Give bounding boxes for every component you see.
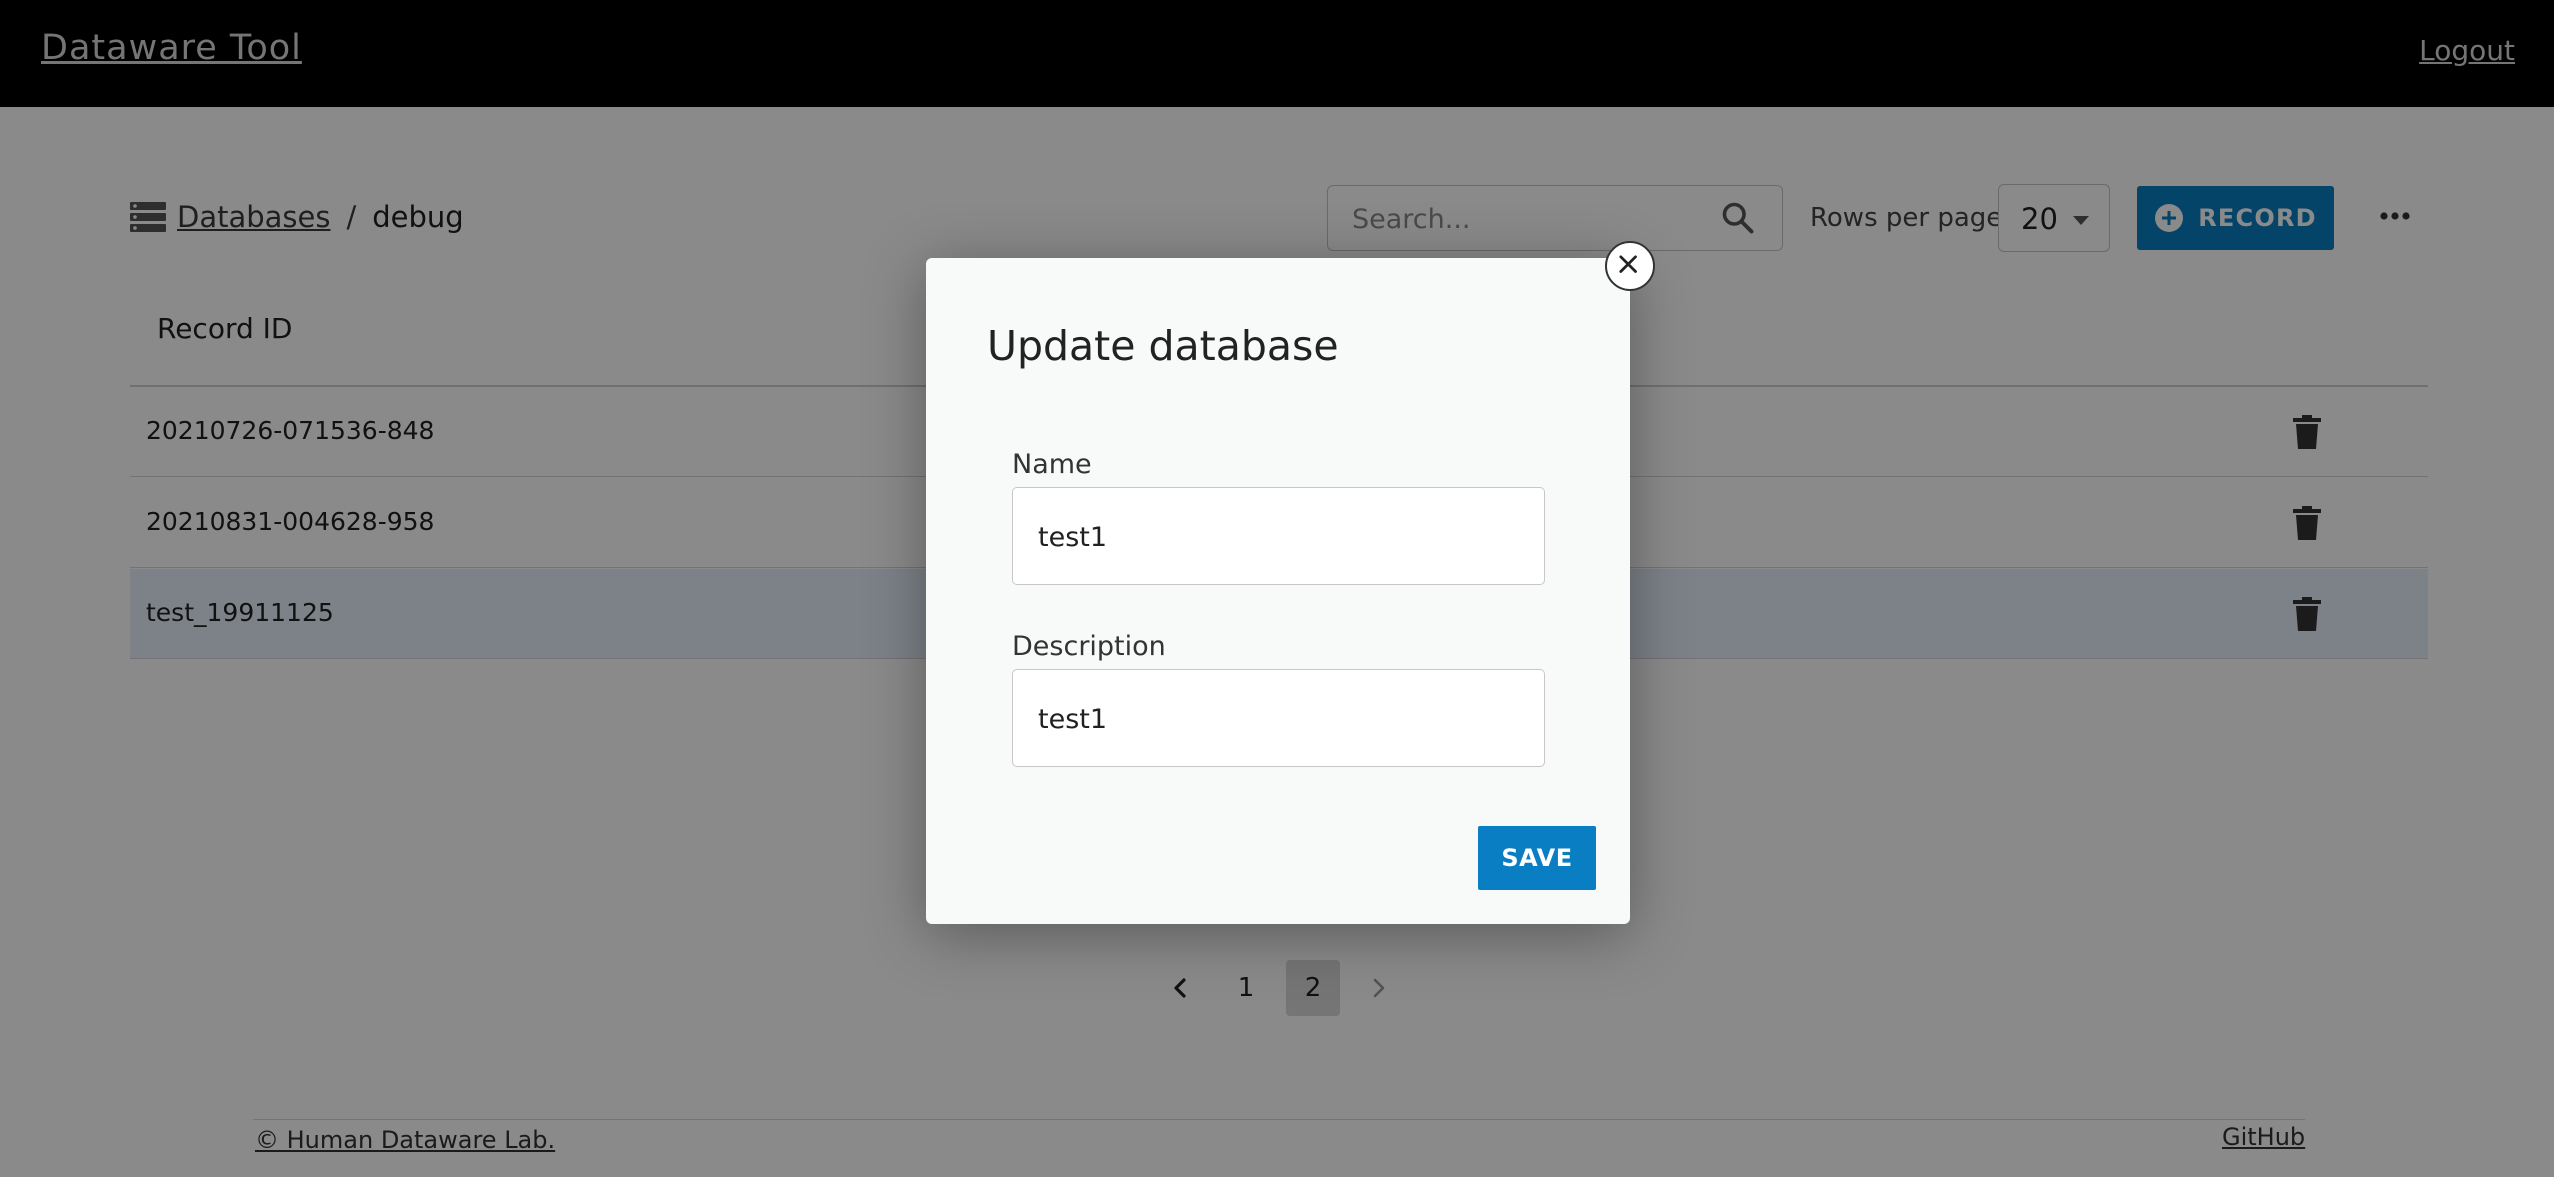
description-field-box: [1012, 669, 1545, 768]
save-button[interactable]: SAVE: [1478, 826, 1596, 890]
name-label: Name: [1012, 449, 1092, 480]
name-field[interactable]: [1036, 488, 1520, 586]
dialog-title: Update database: [987, 322, 1339, 370]
update-database-dialog: Update database Name Description SAVE: [926, 241, 1655, 924]
close-button[interactable]: [1605, 241, 1655, 291]
description-label: Description: [1012, 631, 1166, 662]
name-field-box: [1012, 487, 1545, 586]
close-icon: [1619, 255, 1637, 273]
description-field[interactable]: [1036, 670, 1520, 768]
